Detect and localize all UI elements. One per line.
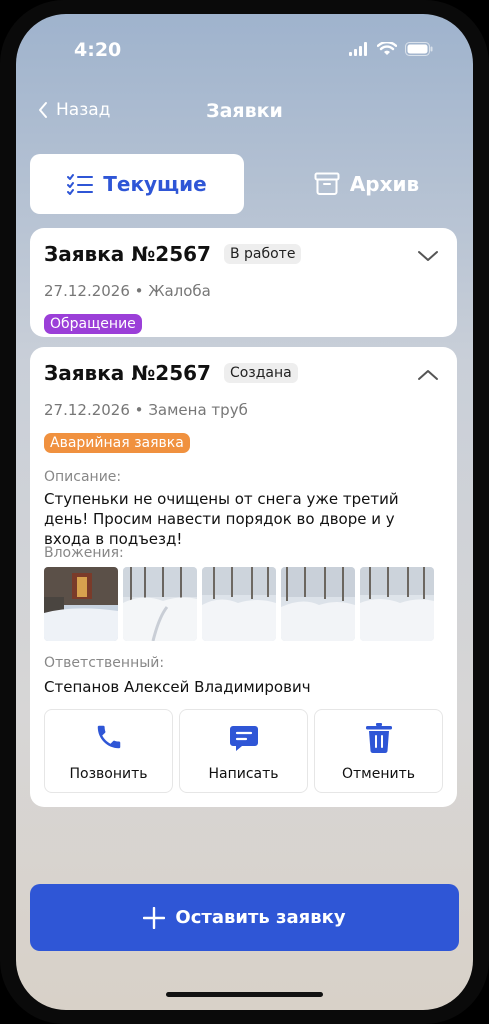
signal-icon — [349, 42, 367, 56]
request-actions: Позвонить Написать Отменить — [44, 709, 443, 793]
nav-header: Назад Заявки — [16, 96, 473, 130]
screen: 4:20 Назад Заявки Текущие Архив Заявка №… — [16, 14, 473, 1010]
tab-archive-label: Архив — [349, 172, 420, 196]
status-badge: В работе — [223, 244, 302, 264]
chevron-down-icon[interactable] — [417, 250, 439, 262]
status-icons — [349, 42, 433, 56]
cancel-request-label: Отменить — [341, 766, 415, 782]
attachments-label: Вложения: — [44, 545, 124, 561]
tab-current[interactable]: Текущие — [30, 154, 244, 214]
request-meta: 27.12.2026 • Замена труб — [44, 401, 248, 419]
request-title: Заявка №2567 В работе — [44, 242, 302, 266]
request-date: 27.12.2026 — [44, 282, 130, 300]
wifi-icon — [377, 42, 397, 55]
create-request-button[interactable]: Оставить заявку — [30, 884, 459, 951]
cancel-request-button[interactable]: Отменить — [314, 709, 443, 793]
call-button-label: Позвонить — [69, 766, 148, 782]
message-icon — [229, 726, 258, 751]
phone-frame: 4:20 Назад Заявки Текущие Архив Заявка №… — [0, 0, 489, 1024]
attachment-thumbnail[interactable] — [123, 567, 197, 641]
description-text: Ступеньки не очищены от снега уже третий… — [44, 490, 399, 548]
responsible-label: Ответственный: — [44, 655, 165, 671]
request-number: Заявка №2567 — [44, 361, 211, 385]
trash-icon — [365, 723, 392, 754]
request-category: Замена труб — [148, 401, 248, 419]
chevron-up-icon[interactable] — [417, 369, 439, 381]
responsible-name: Степанов Алексей Владимирович — [44, 678, 311, 696]
request-meta: 27.12.2026 • Жалоба — [44, 282, 211, 300]
checklist-icon — [67, 174, 94, 195]
message-button-label: Написать — [208, 766, 279, 782]
request-type-tag: Аварийная заявка — [44, 433, 190, 453]
status-bar: 4:20 — [16, 14, 473, 74]
request-category: Жалоба — [148, 282, 211, 300]
tab-current-label: Текущие — [103, 172, 207, 196]
attachment-thumbnail[interactable] — [281, 567, 355, 641]
request-title: Заявка №2567 Создана — [44, 361, 298, 385]
archive-box-icon — [314, 172, 340, 195]
meta-separator: • — [134, 401, 144, 419]
battery-icon — [405, 42, 433, 56]
request-date: 27.12.2026 — [44, 401, 130, 419]
call-button[interactable]: Позвонить — [44, 709, 173, 793]
description-label: Описание: — [44, 469, 122, 485]
page-title: Заявки — [206, 100, 283, 122]
tab-archive[interactable]: Архив — [260, 154, 473, 214]
meta-separator: • — [134, 282, 144, 300]
attachment-thumbnail[interactable] — [44, 567, 118, 641]
request-number: Заявка №2567 — [44, 242, 211, 266]
attachment-thumbnail[interactable] — [360, 567, 434, 641]
home-indicator[interactable] — [166, 992, 323, 997]
create-request-label: Оставить заявку — [175, 907, 346, 928]
plus-icon — [143, 906, 166, 929]
status-time: 4:20 — [74, 39, 122, 61]
attachment-thumbnail[interactable] — [202, 567, 276, 641]
request-type-tag: Обращение — [44, 314, 142, 334]
message-button[interactable]: Написать — [179, 709, 308, 793]
phone-icon — [97, 725, 120, 749]
request-card-collapsed[interactable]: Заявка №2567 В работе 27.12.2026 • Жалоб… — [30, 228, 457, 337]
attachments-list — [44, 567, 434, 641]
tabs: Текущие Архив — [30, 154, 459, 214]
status-badge: Создана — [223, 363, 298, 383]
request-card-expanded: Заявка №2567 Создана 27.12.2026 • Замена… — [30, 347, 457, 807]
